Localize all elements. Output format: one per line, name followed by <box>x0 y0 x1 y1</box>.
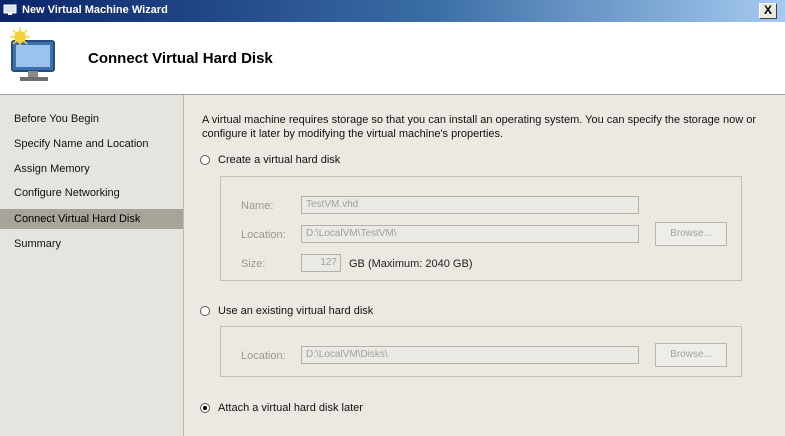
create-vhd-option[interactable]: Create a virtual hard disk <box>200 152 340 168</box>
size-input[interactable]: 127 <box>301 254 341 272</box>
wizard-header: Connect Virtual Hard Disk <box>0 22 785 95</box>
wizard-window: New Virtual Machine Wizard X Connect Vir… <box>0 0 785 436</box>
existing-vhd-group: Location: D:\LocalVM\Disks\ Browse... <box>220 326 742 377</box>
create-vhd-label: Create a virtual hard disk <box>218 154 341 166</box>
create-vhd-radio[interactable] <box>200 155 210 165</box>
location-input[interactable]: D:\LocalVM\TestVM\ <box>301 225 639 243</box>
existing-location-input[interactable]: D:\LocalVM\Disks\ <box>301 346 639 364</box>
attach-later-radio[interactable] <box>200 403 210 413</box>
existing-location-label: Location: <box>241 350 286 362</box>
wizard-steps-sidebar: Before You Begin Specify Name and Locati… <box>0 95 184 436</box>
wizard-content: A virtual machine requires storage so th… <box>184 95 785 436</box>
browse-button[interactable]: Browse... <box>655 222 727 246</box>
close-button[interactable]: X <box>759 3 777 19</box>
name-label: Name: <box>241 200 274 212</box>
create-vhd-group: Name: TestVM.vhd Location: D:\LocalVM\Te… <box>220 176 742 281</box>
step-configure-networking[interactable]: Configure Networking <box>0 183 183 203</box>
step-specify-name-and-location[interactable]: Specify Name and Location <box>0 134 183 154</box>
existing-vhd-option[interactable]: Use an existing virtual hard disk <box>200 303 373 319</box>
existing-vhd-radio[interactable] <box>200 306 210 316</box>
existing-browse-button[interactable]: Browse... <box>655 343 727 367</box>
page-title: Connect Virtual Hard Disk <box>88 50 273 67</box>
window-title: New Virtual Machine Wizard <box>22 4 168 16</box>
description-text: A virtual machine requires storage so th… <box>202 114 756 140</box>
title-bar: New Virtual Machine Wizard X <box>0 0 785 22</box>
location-label: Location: <box>241 229 286 241</box>
step-assign-memory[interactable]: Assign Memory <box>0 159 183 179</box>
size-label: Size: <box>241 258 266 270</box>
monitor-icon <box>3 4 17 15</box>
existing-vhd-label: Use an existing virtual hard disk <box>218 305 374 317</box>
step-before-you-begin[interactable]: Before You Begin <box>0 109 183 129</box>
size-unit-text: GB (Maximum: 2040 GB) <box>349 258 473 270</box>
name-input[interactable]: TestVM.vhd <box>301 196 639 214</box>
attach-later-label: Attach a virtual hard disk later <box>218 402 363 414</box>
step-summary[interactable]: Summary <box>0 234 183 254</box>
step-connect-virtual-hard-disk[interactable]: Connect Virtual Hard Disk <box>0 209 183 229</box>
new-virtual-machine-icon <box>10 27 55 81</box>
attach-later-option[interactable]: Attach a virtual hard disk later <box>200 400 363 416</box>
